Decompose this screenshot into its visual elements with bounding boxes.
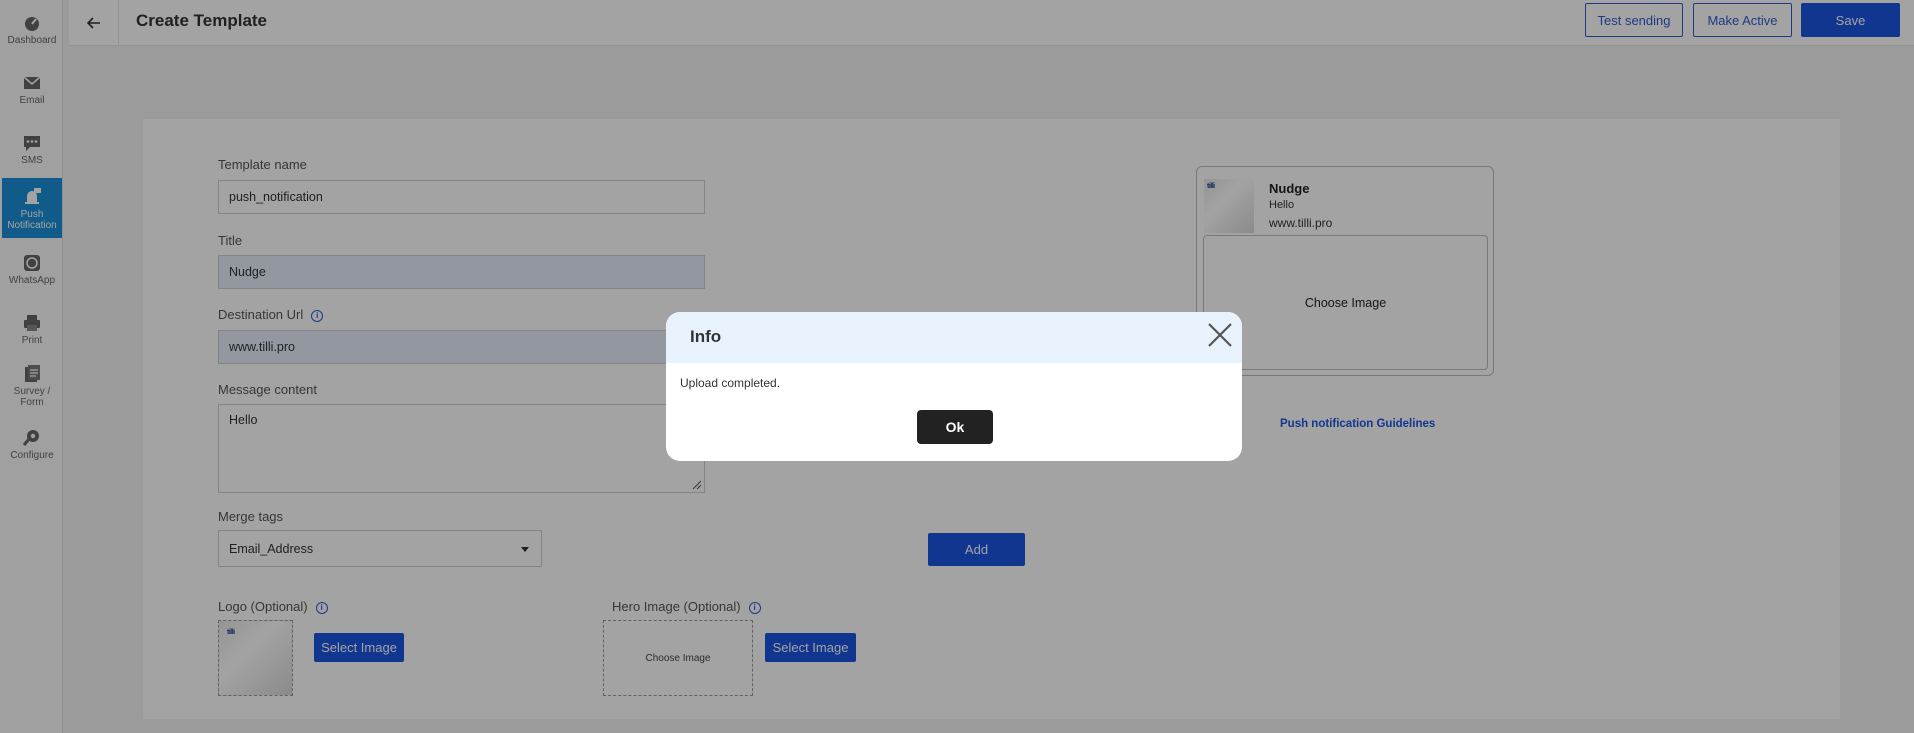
dialog-title: Info [690,327,722,346]
dialog-header: Info [666,312,1242,363]
info-dialog: Info Upload completed. Ok [666,312,1242,461]
dialog-message: Upload completed. [680,376,781,390]
ok-button[interactable]: Ok [917,410,993,444]
close-icon[interactable] [1206,321,1234,349]
